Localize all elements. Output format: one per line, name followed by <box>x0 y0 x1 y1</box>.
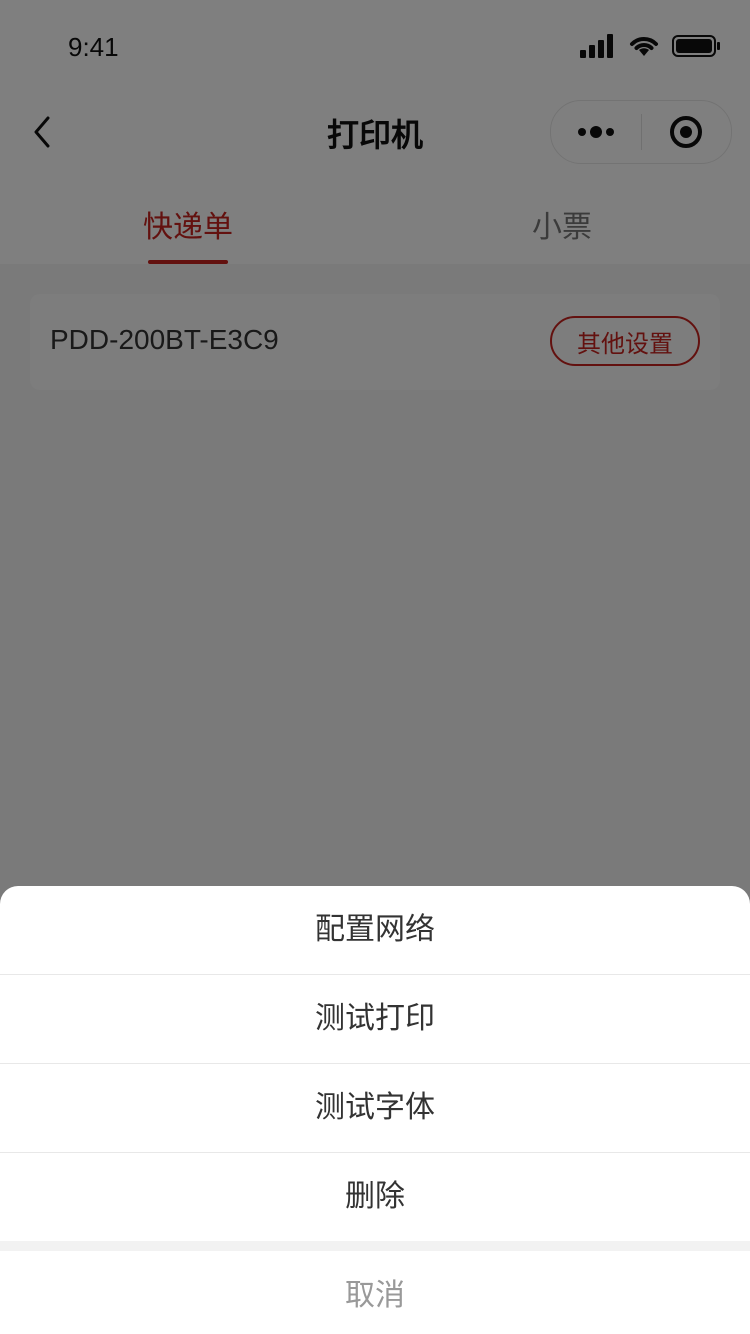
action-delete[interactable]: 删除 <box>0 1153 750 1241</box>
action-sheet-gap <box>0 1241 750 1251</box>
action-test-font[interactable]: 测试字体 <box>0 1064 750 1153</box>
action-test-print[interactable]: 测试打印 <box>0 975 750 1064</box>
action-cancel-button[interactable]: 取消 <box>0 1251 750 1334</box>
action-sheet: 配置网络 测试打印 测试字体 删除 取消 <box>0 886 750 1334</box>
action-configure-network[interactable]: 配置网络 <box>0 886 750 975</box>
